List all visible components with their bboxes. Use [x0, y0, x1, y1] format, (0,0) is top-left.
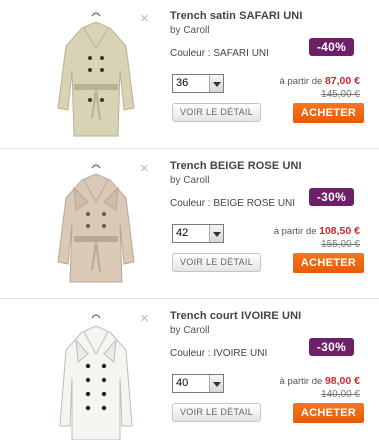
coat-image[interactable] [30, 308, 162, 441]
old-price: 155,00 € [321, 239, 360, 250]
current-price: 98,00 € [324, 375, 360, 387]
view-detail-button[interactable]: VOIR LE DÉTAIL [172, 403, 261, 422]
old-price: 140,00 € [321, 389, 360, 400]
divider [0, 298, 379, 299]
price-line: à partir de 87,00 € [280, 75, 360, 87]
current-price: 108,50 € [319, 225, 360, 237]
price-line: à partir de 98,00 € [280, 375, 360, 387]
size-value: 36 [176, 77, 189, 89]
discount-badge: -30% [309, 188, 354, 206]
discount-badge: -40% [309, 38, 354, 56]
product-brand: by Caroll [170, 325, 210, 336]
buy-button[interactable]: ACHETER [293, 253, 364, 273]
old-price: 145,00 € [321, 89, 360, 100]
product-color: Couleur : IVOIRE UNI [170, 348, 268, 359]
view-detail-button[interactable]: VOIR LE DÉTAIL [172, 103, 261, 122]
product-title[interactable]: Trench BEIGE ROSE UNI [170, 160, 302, 172]
price-prefix: à partir de [279, 76, 325, 87]
product-card: × Trench BEIGE ROSE UNI by Caroll Couleu… [0, 150, 379, 298]
size-value: 40 [176, 377, 189, 389]
price-line: à partir de 108,50 € [274, 225, 360, 237]
remove-icon[interactable]: × [140, 311, 152, 326]
size-select[interactable]: 36 [172, 74, 224, 93]
size-value: 42 [176, 227, 189, 239]
coat-image[interactable] [30, 8, 162, 140]
buy-button[interactable]: ACHETER [293, 403, 364, 423]
product-brand: by Caroll [170, 175, 210, 186]
size-select[interactable]: 40 [172, 374, 224, 393]
coat-illustration [57, 12, 135, 137]
product-color: Couleur : SAFARI UNI [170, 48, 269, 59]
price-prefix: à partir de [279, 376, 325, 387]
dropdown-arrow-icon[interactable] [209, 75, 223, 92]
coat-illustration [59, 314, 133, 441]
product-title[interactable]: Trench satin SAFARI UNI [170, 10, 303, 22]
remove-icon[interactable]: × [140, 11, 152, 26]
discount-badge: -30% [309, 338, 354, 356]
product-color: Couleur : BEIGE ROSE UNI [170, 198, 296, 209]
coat-illustration [57, 164, 135, 283]
current-price: 87,00 € [324, 75, 360, 87]
coat-image[interactable] [30, 158, 162, 290]
product-card: × Trench court IVOIRE UNI by Caroll Coul… [0, 300, 379, 445]
view-detail-button[interactable]: VOIR LE DÉTAIL [172, 253, 261, 272]
dropdown-arrow-icon[interactable] [209, 375, 223, 392]
buy-button[interactable]: ACHETER [293, 103, 364, 123]
remove-icon[interactable]: × [140, 161, 152, 176]
price-prefix: à partir de [273, 226, 320, 237]
product-title[interactable]: Trench court IVOIRE UNI [170, 310, 301, 322]
product-brand: by Caroll [170, 25, 210, 36]
divider [0, 148, 379, 149]
dropdown-arrow-icon[interactable] [209, 225, 223, 242]
size-select[interactable]: 42 [172, 224, 224, 243]
product-card: × Trench satin SAFARI UNI by Caroll Coul… [0, 0, 379, 148]
